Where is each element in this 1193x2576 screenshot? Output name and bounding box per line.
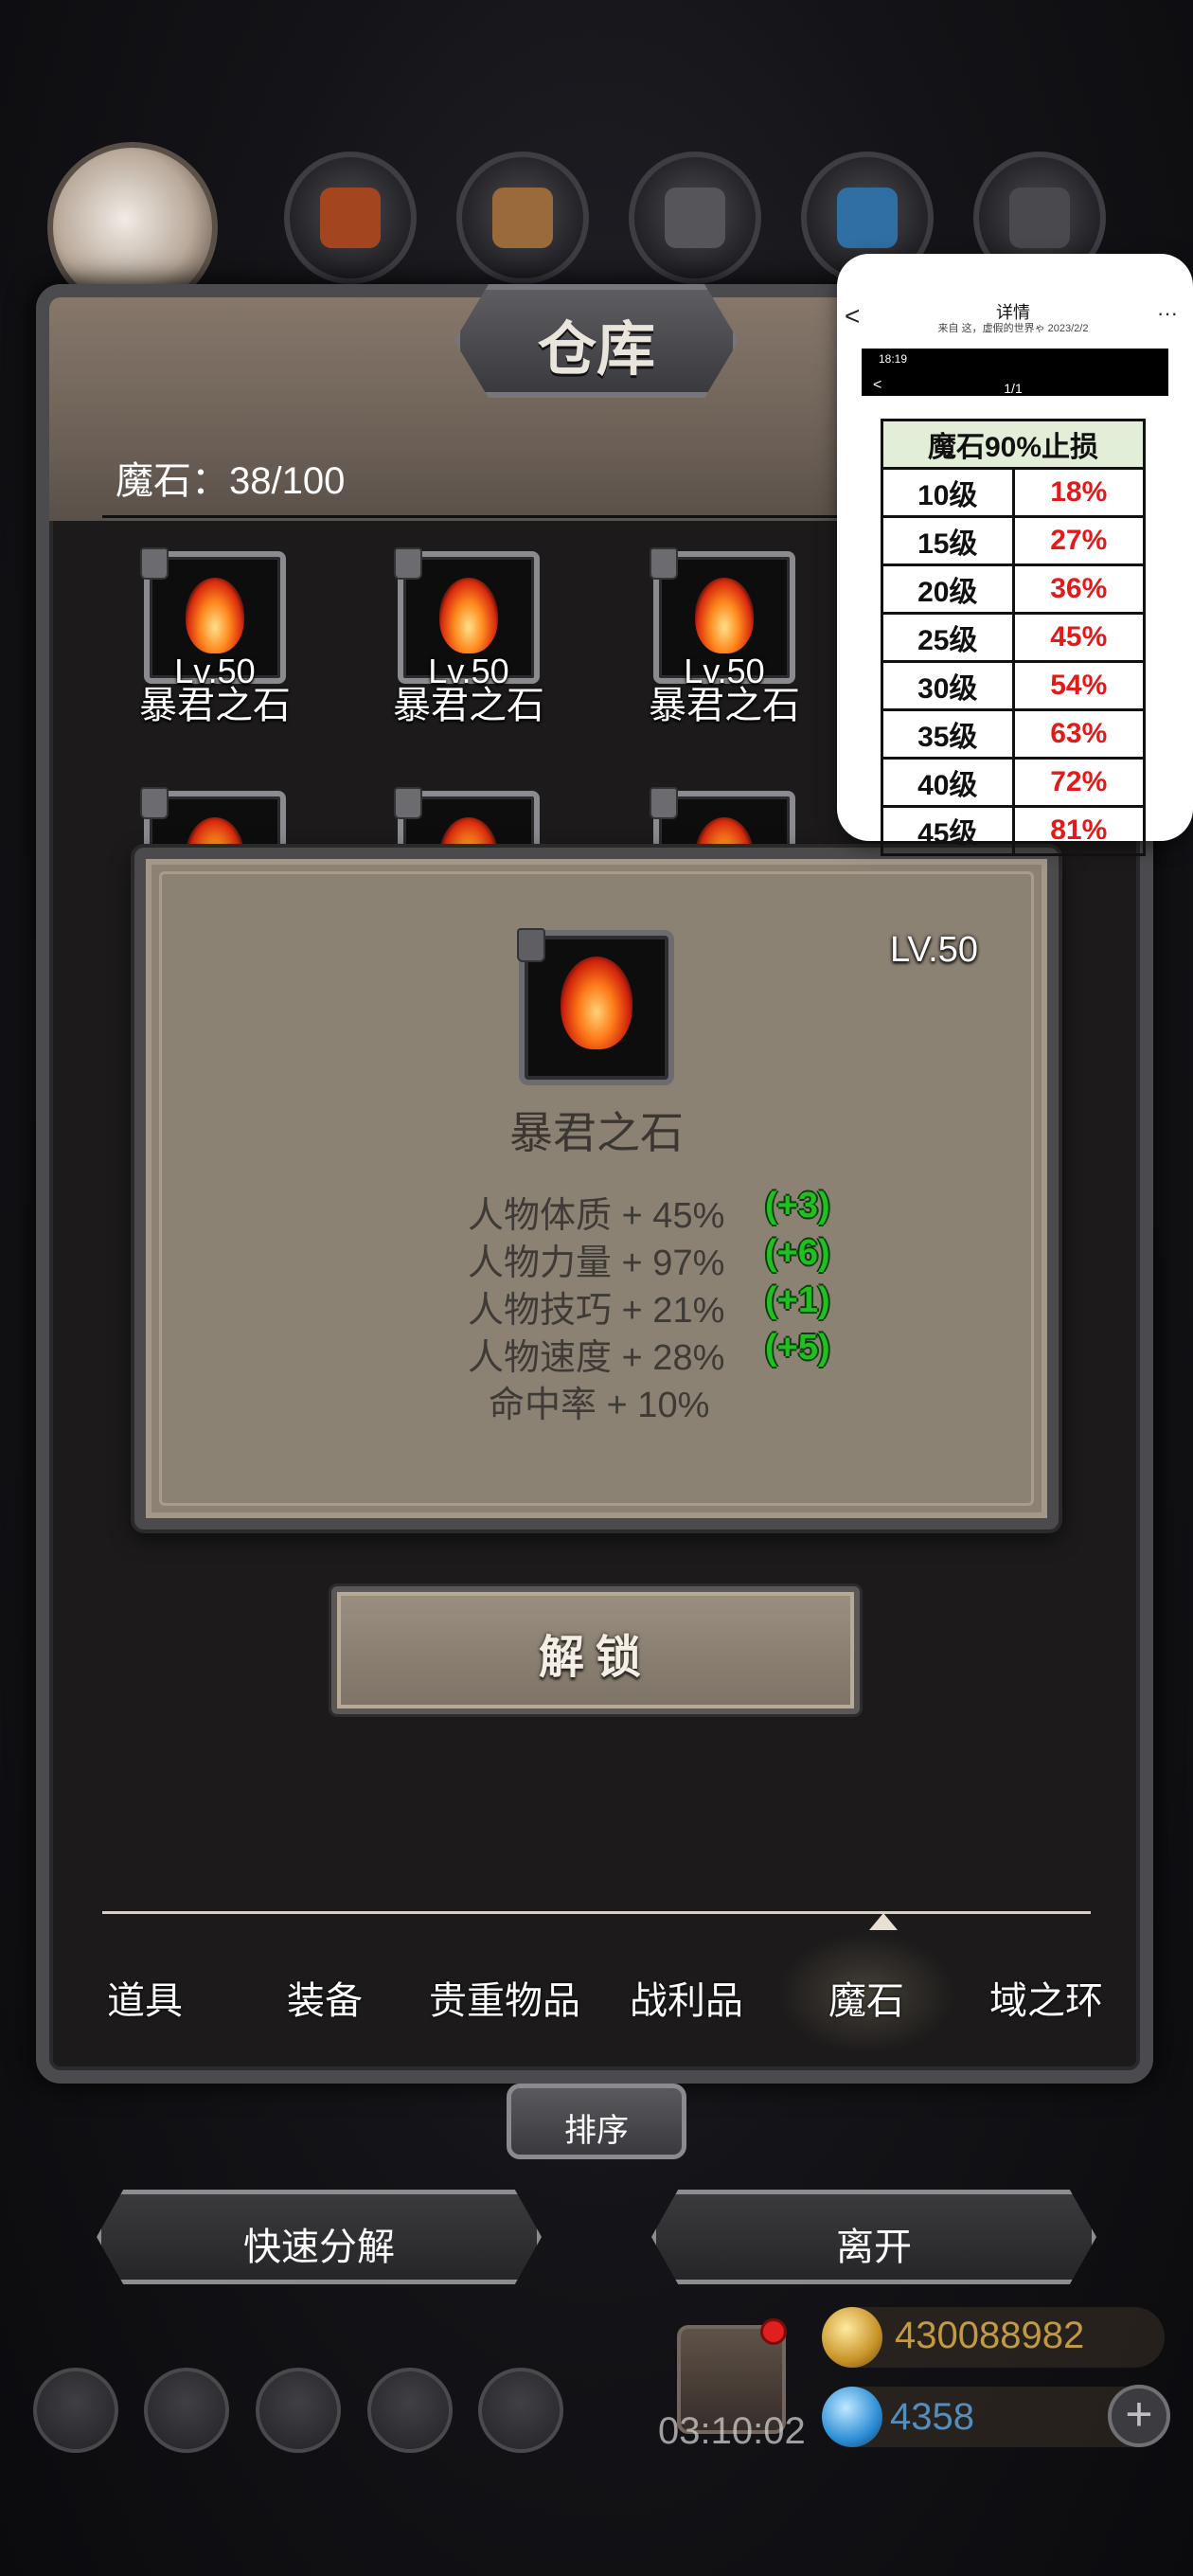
sort-button-label: 排序 [564,2113,629,2149]
crystal-icon [837,188,898,248]
level-cell: 35级 [881,708,1015,760]
level-cell: 25级 [881,612,1015,663]
percent-cell: 81% [1011,805,1146,856]
percent-cell: 54% [1011,660,1146,711]
gem-icon [822,2387,882,2447]
fire-stone-icon [186,578,244,653]
gift-timer: 03:10:02 [658,2410,806,2452]
guild-icon[interactable] [256,2368,341,2453]
percent-cell: 18% [1011,467,1146,518]
forge-icon[interactable] [478,2368,563,2453]
menu-icon-2[interactable] [456,152,589,284]
quick-decompose-label: 快速分解 [243,2227,395,2268]
notification-dot [760,2318,787,2345]
tab-equipment[interactable]: 装备 [235,1970,415,2025]
embedded-status-time: 18:19 [879,352,908,366]
lock-icon [394,787,422,819]
achievement-icon[interactable] [144,2368,229,2453]
gem-amount: 4358 [890,2396,974,2438]
stat-line: 人物体质 + 45% [468,1196,725,1236]
orb-icon [320,188,381,248]
popup-item-level: LV.50 [890,930,978,970]
table-row: 40级 72% [881,757,1146,808]
item-name: 暴君之石 [393,685,544,726]
card-subtitle: 来自 这，虚假的世界ゃ 2023/2/2 [937,323,1089,334]
stat-bonus: (+1) [765,1280,830,1320]
stat-bonus: (+5) [765,1328,830,1368]
tab-loot[interactable]: 战利品 [596,1970,776,2025]
gear-pile-icon [1009,188,1070,248]
stat-line: 人物技巧 + 21% [468,1291,725,1331]
page-title: 仓库 [537,314,655,384]
menu-icon-1[interactable] [284,152,417,284]
popup-item-name: 暴君之石 [509,1108,684,1157]
level-cell: 20级 [881,564,1015,615]
stat-line: 命中率 + 10% [489,1386,710,1425]
level-cell: 10级 [881,467,1015,518]
level-cell: 40级 [881,757,1015,808]
fire-stone-icon [561,957,632,1049]
stat-line: 人物速度 + 28% [468,1338,725,1378]
lock-icon [394,547,422,580]
mail-icon[interactable] [367,2368,453,2453]
percent-cell: 63% [1011,708,1146,760]
percent-cell: 36% [1011,564,1146,615]
table-header: 魔石90%止损 [881,419,1146,470]
tab-valuables[interactable]: 贵重物品 [415,1970,595,2025]
item-slot[interactable]: Lv.50 [140,547,286,690]
item-slot[interactable]: Lv.50 [650,547,795,690]
stat-line: 人物力量 + 97% [468,1243,725,1283]
item-slot[interactable]: Lv.50 [394,547,540,690]
tabs-divider [102,1911,1091,1914]
more-icon[interactable]: ··· [1157,301,1178,326]
table-row: 10级 18% [881,467,1146,518]
percent-cell: 27% [1011,515,1146,566]
tab-items[interactable]: 道具 [55,1970,235,2025]
gold-amount: 430088982 [895,2315,1085,2356]
table-row: 30级 54% [881,660,1146,711]
popup-item-slot [517,928,674,1085]
armor-icon [665,188,725,248]
table-row: 15级 27% [881,515,1146,566]
scroll-icon [492,188,553,248]
lock-icon [650,547,678,580]
percent-cell: 45% [1011,612,1146,663]
magic-stone-count: 魔石：38/100 [116,460,346,502]
table-row: 25级 45% [881,612,1146,663]
fire-stone-icon [695,578,754,653]
lock-icon [140,787,169,819]
lock-icon [517,928,545,962]
table-row: 45级 81% [881,805,1146,856]
embedded-back-icon: < [873,377,882,393]
table-row: 20级 36% [881,564,1146,615]
lock-icon [650,787,678,819]
level-cell: 15级 [881,515,1015,566]
back-icon[interactable]: < [845,301,860,331]
menu-icon-3[interactable] [629,152,761,284]
level-cell: 45级 [881,805,1015,856]
lock-icon [140,547,169,580]
embedded-page-indicator: 1/1 [1004,381,1023,396]
stat-bonus: (+3) [765,1186,830,1225]
stat-bonus: (+6) [765,1233,830,1273]
stoploss-table: 魔石90%止损 10级 18% 15级 27% 20级 36% 25级 45% 30级 5… [881,419,1146,856]
level-cell: 30级 [881,660,1015,711]
fire-stone-icon [439,578,498,653]
add-currency-button[interactable]: + [1108,2385,1170,2447]
leave-label: 离开 [836,2227,912,2268]
tab-domain-ring[interactable]: 域之环 [956,1970,1136,2025]
tab-magic-stone[interactable]: 魔石 [776,1970,956,2025]
table-row: 35级 63% [881,708,1146,760]
gold-coin-icon [822,2307,882,2368]
percent-cell: 72% [1011,757,1146,808]
settings-icon[interactable] [33,2368,118,2453]
unlock-button-label: 解锁 [538,1633,652,1683]
item-name: 暴君之石 [649,685,800,726]
item-name: 暴君之石 [139,685,291,726]
